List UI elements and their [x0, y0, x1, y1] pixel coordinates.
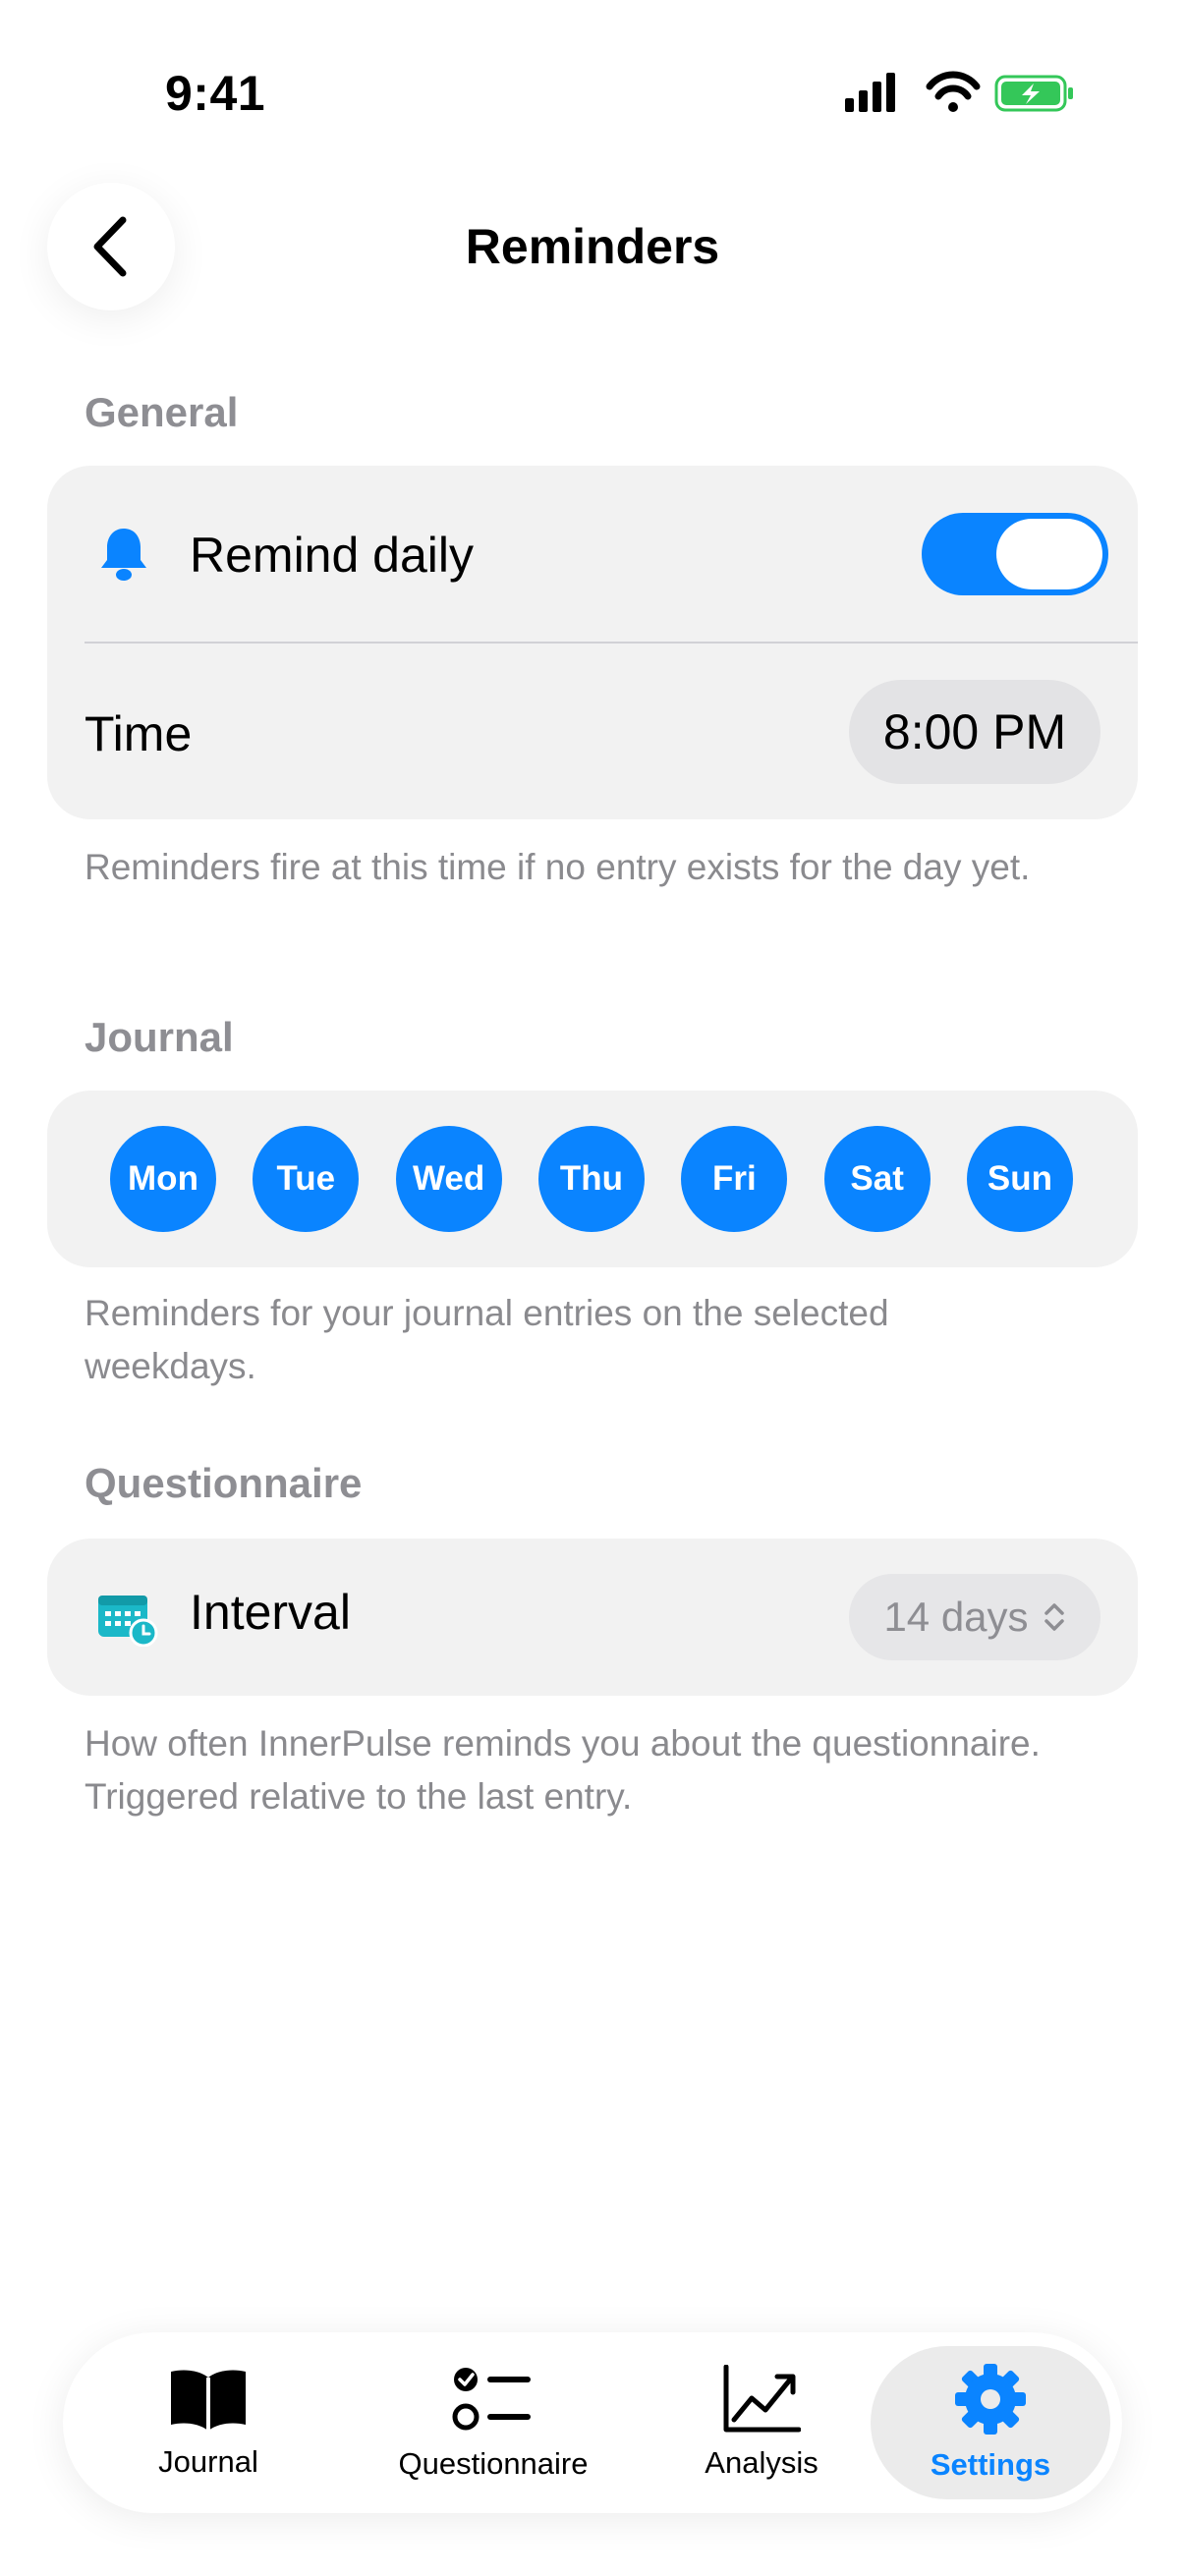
page-title: Reminders — [465, 219, 720, 274]
wifi-icon — [926, 71, 981, 112]
tab-label-journal: Journal — [158, 2444, 258, 2479]
journal-footnote: Reminders for your journal entries on th… — [85, 1293, 889, 1386]
day-mon-button[interactable]: Mon — [110, 1126, 216, 1232]
battery-icon — [994, 75, 1073, 112]
tab-bar: Journal Questionnaire Analysis Settings — [63, 2332, 1122, 2513]
gear-icon — [955, 2364, 1026, 2435]
chart-line-icon — [723, 2365, 801, 2433]
day-fri-button[interactable]: Fri — [681, 1126, 788, 1232]
status-time: 9:41 — [165, 66, 266, 121]
interval-label: Interval — [190, 1585, 351, 1640]
day-sat-button[interactable]: Sat — [823, 1126, 931, 1232]
tab-label-analysis: Analysis — [705, 2445, 818, 2480]
day-sun-button[interactable]: Sun — [966, 1126, 1073, 1232]
toggle-knob — [996, 519, 1102, 589]
section-label-journal: Journal — [85, 1014, 234, 1060]
chevron-updown-icon — [1044, 1603, 1064, 1631]
questionnaire-footnote: How often InnerPulse reminds you about t… — [85, 1723, 1041, 1817]
tab-settings[interactable]: Settings — [884, 2332, 1097, 2513]
general-footnote: Reminders fire at this time if no entry … — [85, 847, 1031, 887]
interval-value: 14 days — [883, 1594, 1029, 1640]
book-icon — [171, 2370, 246, 2431]
remind-daily-label: Remind daily — [190, 528, 475, 583]
bell-icon — [101, 529, 146, 581]
section-label-questionnaire: Questionnaire — [85, 1460, 363, 1506]
checklist-icon — [452, 2368, 531, 2431]
interval-picker[interactable]: 14 days — [849, 1574, 1100, 1660]
time-label: Time — [85, 706, 193, 761]
tab-label-settings: Settings — [930, 2447, 1051, 2482]
tab-questionnaire[interactable]: Questionnaire — [356, 2332, 631, 2513]
weekday-selector: Mon Tue Wed Thu Fri Sat Sun — [110, 1126, 1073, 1232]
time-picker[interactable]: 8:00 PM — [849, 680, 1100, 784]
section-label-general: General — [85, 389, 239, 435]
tab-analysis[interactable]: Analysis — [658, 2332, 865, 2513]
day-thu-button[interactable]: Thu — [537, 1126, 645, 1232]
day-tue-button[interactable]: Tue — [253, 1126, 360, 1232]
calendar-clock-icon — [98, 1596, 158, 1647]
divider — [85, 642, 1138, 644]
tab-label-questionnaire: Questionnaire — [398, 2446, 589, 2481]
remind-daily-toggle[interactable] — [922, 513, 1108, 595]
tab-journal[interactable]: Journal — [110, 2332, 307, 2513]
day-wed-button[interactable]: Wed — [395, 1126, 502, 1232]
signal-icon — [845, 73, 895, 112]
status-icons — [845, 71, 1073, 112]
